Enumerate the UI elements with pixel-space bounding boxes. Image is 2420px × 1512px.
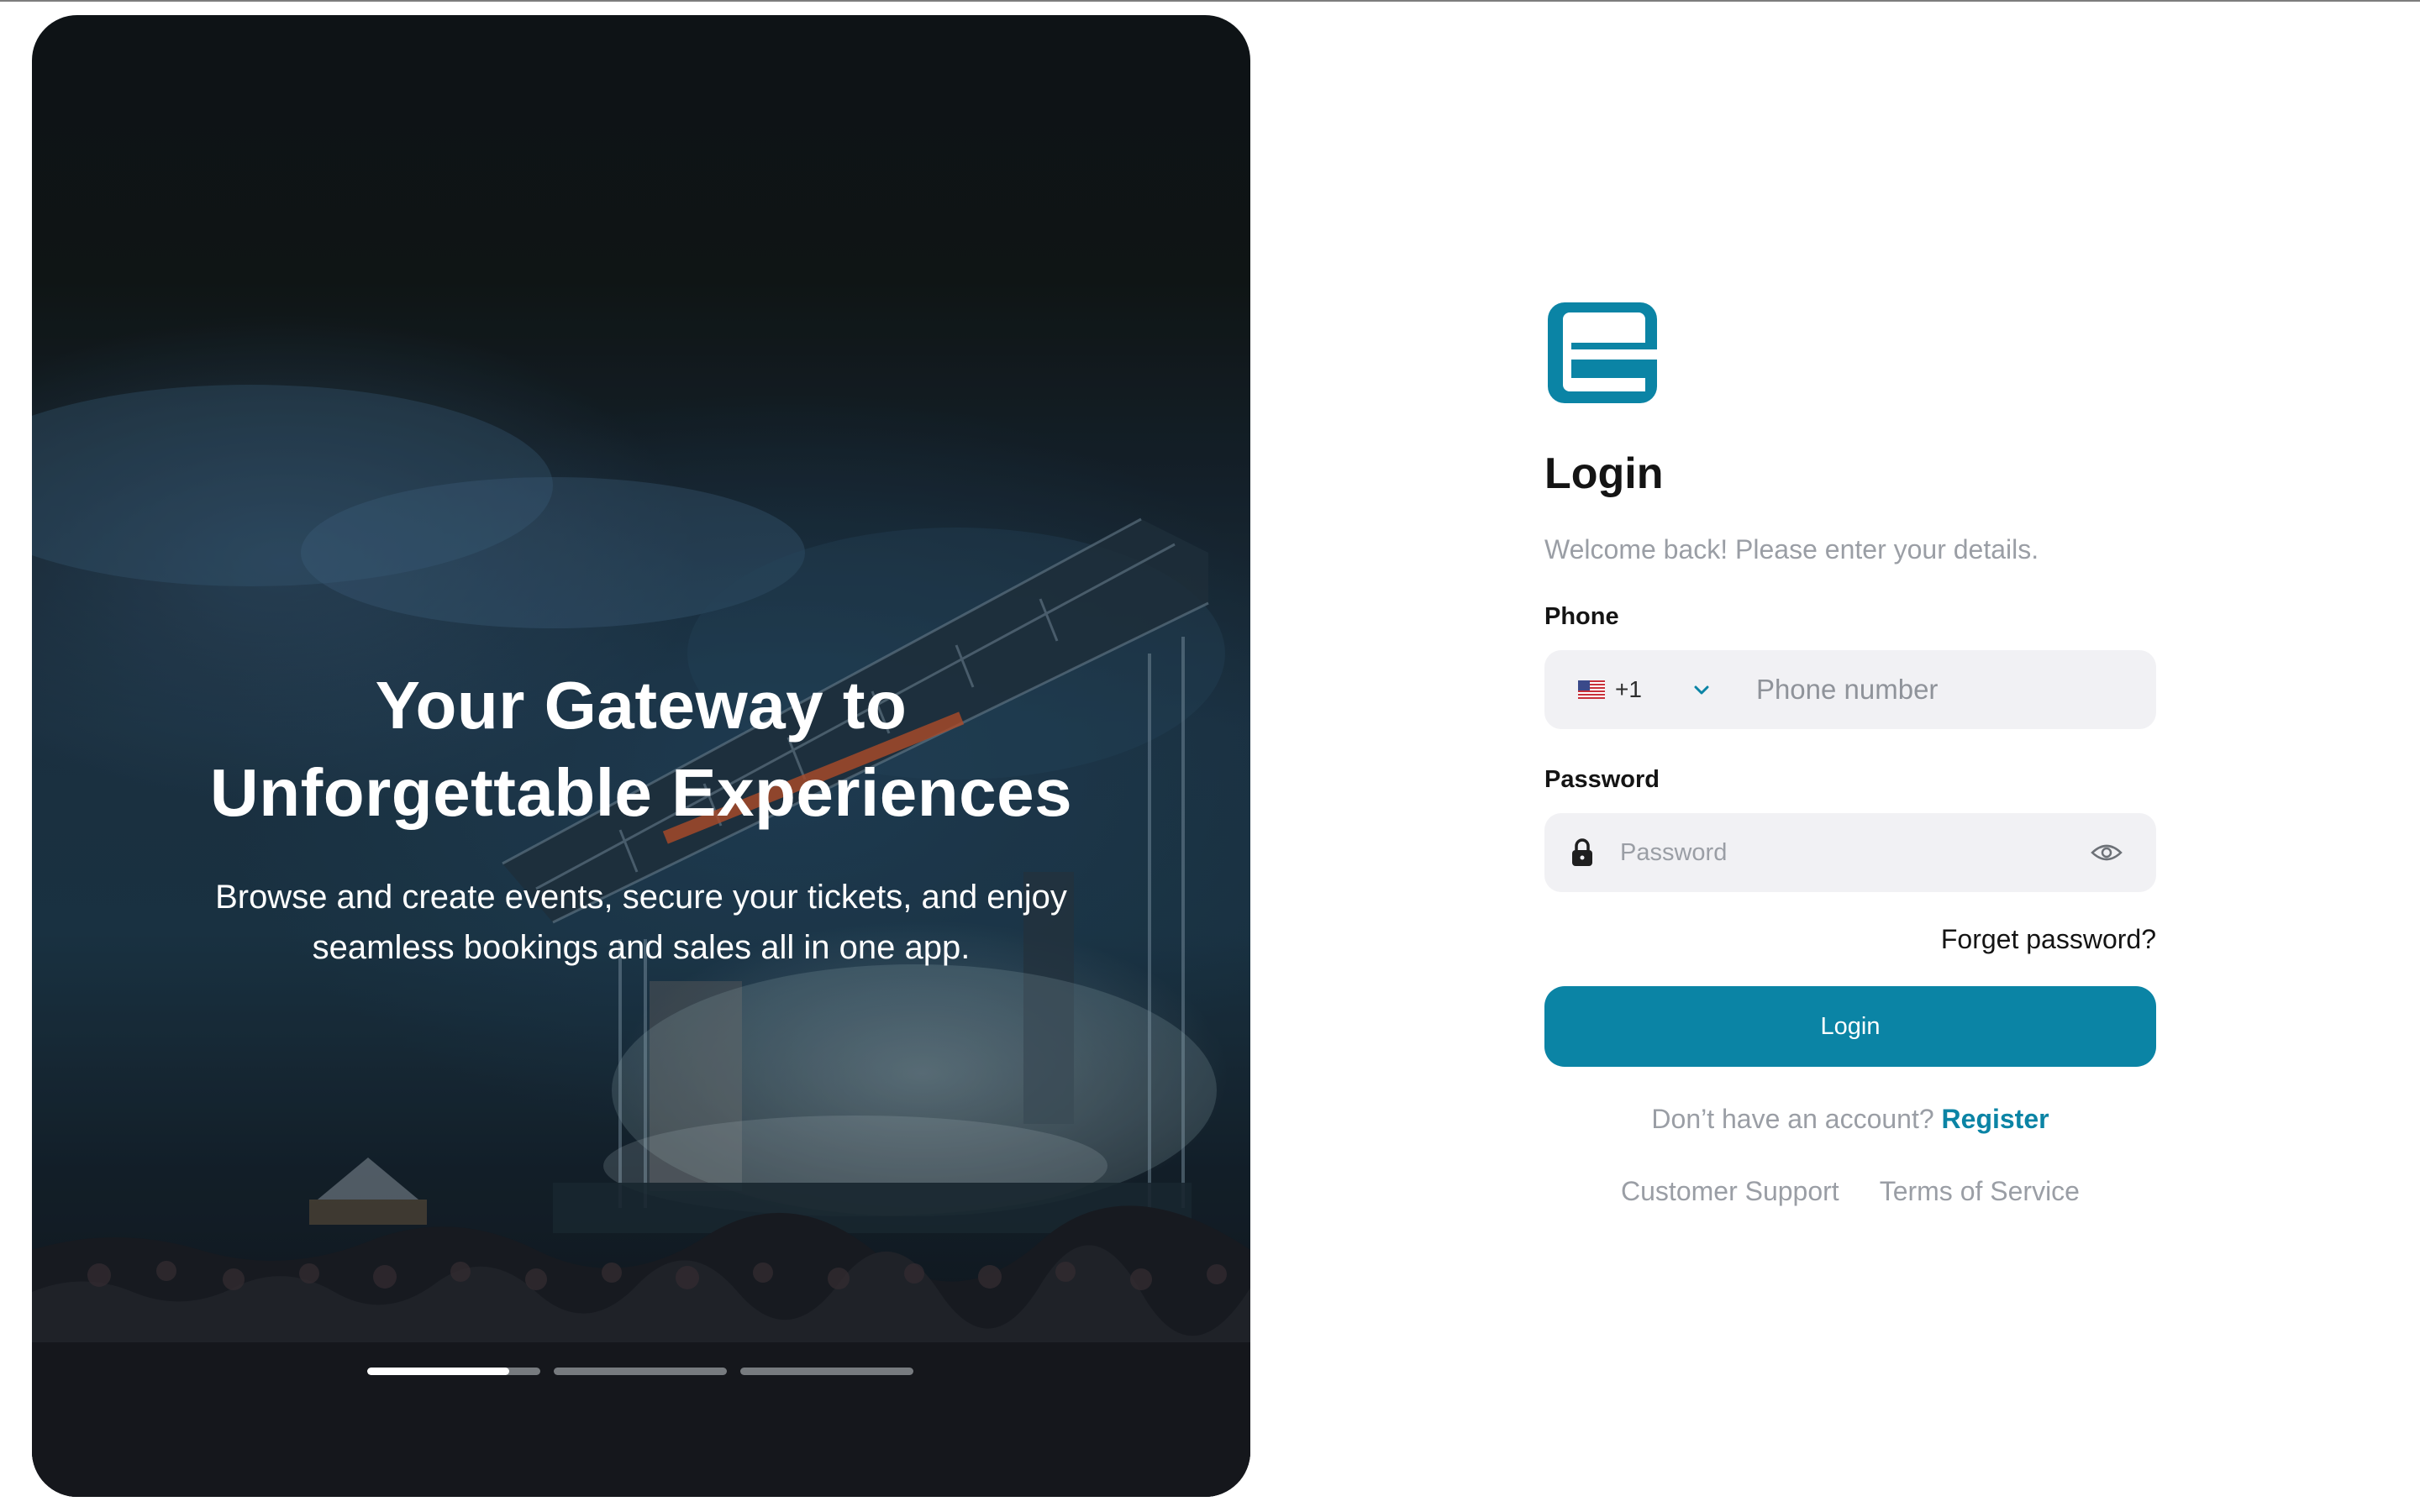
- carousel-indicator[interactable]: [367, 1368, 540, 1375]
- password-input[interactable]: [1618, 837, 2092, 868]
- terms-of-service-link[interactable]: Terms of Service: [1880, 1174, 2080, 1208]
- password-field: [1544, 813, 2156, 892]
- phone-field: +1: [1544, 650, 2156, 729]
- window-top-border: [0, 0, 2420, 2]
- us-flag-icon: [1578, 680, 1605, 699]
- footer-links: Customer Support Terms of Service: [1544, 1174, 2156, 1208]
- brand-logo-icon: [1548, 302, 1657, 403]
- hero-title: Your Gateway to Unforgettable Experience…: [32, 662, 1250, 837]
- hero-title-line-1: Your Gateway to: [375, 668, 908, 743]
- forgot-password-link[interactable]: Forget password?: [1544, 922, 2156, 956]
- hero-subtitle: Browse and create events, secure your ti…: [32, 872, 1250, 973]
- password-label: Password: [1544, 766, 1660, 793]
- login-subtitle: Welcome back! Please enter your details.: [1544, 534, 2039, 564]
- hero-subtitle-line-1: Browse and create events, secure your ti…: [215, 879, 1067, 916]
- eye-icon[interactable]: [2091, 841, 2123, 864]
- carousel-indicators: [367, 1368, 913, 1375]
- carousel-indicator-progress: [367, 1368, 509, 1375]
- country-code-selector[interactable]: +1: [1578, 676, 1712, 703]
- register-prompt: Don’t have an account?: [1651, 1104, 1934, 1134]
- login-button[interactable]: Login: [1544, 986, 2156, 1067]
- register-link[interactable]: Register: [1942, 1104, 2049, 1134]
- hero-panel: Your Gateway to Unforgettable Experience…: [32, 15, 1250, 1497]
- phone-input[interactable]: [1754, 673, 2128, 706]
- login-title: Login: [1544, 449, 1664, 498]
- phone-label: Phone: [1544, 603, 1619, 630]
- login-form: Login Welcome back! Please enter your de…: [1544, 294, 2156, 1208]
- country-code: +1: [1615, 676, 1642, 702]
- carousel-indicator[interactable]: [554, 1368, 727, 1375]
- carousel-indicator[interactable]: [740, 1368, 913, 1375]
- hero-subtitle-line-2: seamless bookings and sales all in one a…: [312, 929, 971, 966]
- register-prompt-line: Don’t have an account? Register: [1544, 1102, 2156, 1136]
- hero-title-line-2: Unforgettable Experiences: [209, 755, 1073, 830]
- customer-support-link[interactable]: Customer Support: [1621, 1174, 1839, 1208]
- lock-icon: [1572, 838, 1592, 866]
- chevron-down-icon: [1694, 685, 1709, 695]
